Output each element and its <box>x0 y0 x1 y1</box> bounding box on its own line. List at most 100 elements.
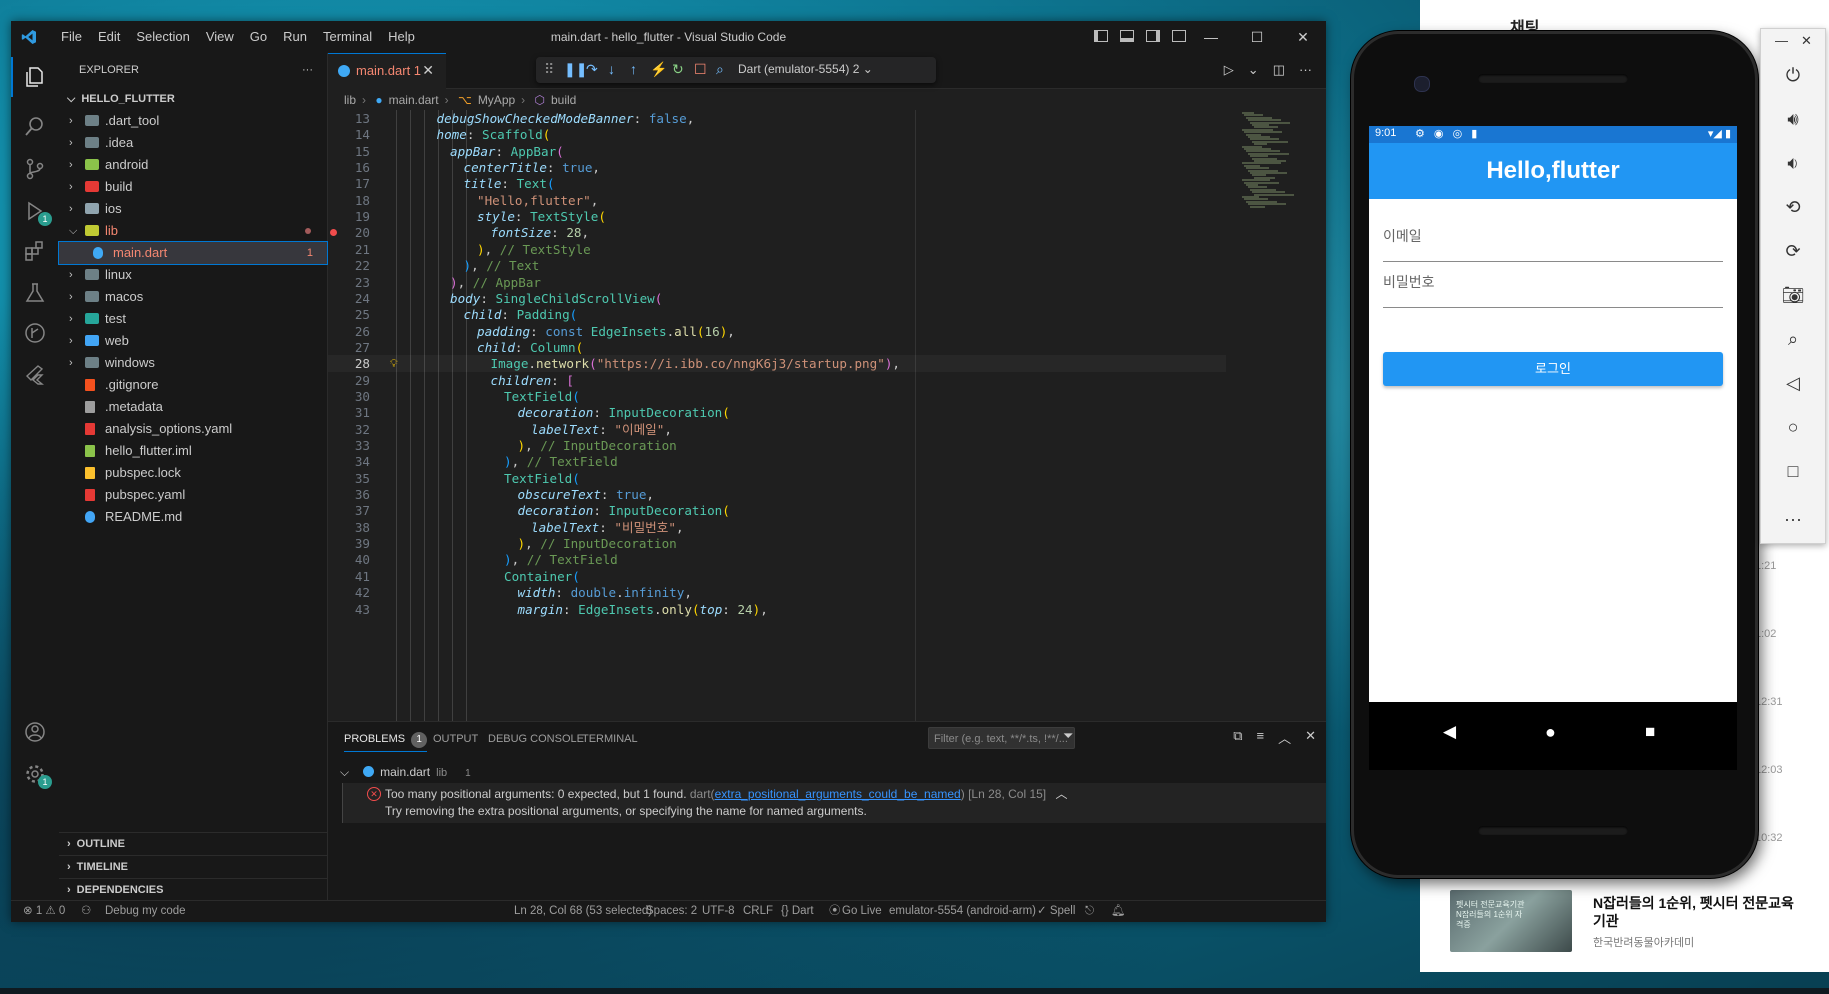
more-options-icon[interactable]: ··· <box>1781 507 1805 531</box>
menu-run[interactable]: Run <box>275 21 315 53</box>
code-line[interactable]: 18 "Hello,flutter", <box>328 192 1226 209</box>
breadcrumb-class[interactable]: MyApp <box>478 93 515 107</box>
rotate-right-icon[interactable]: ⟳ <box>1781 239 1805 263</box>
code-line[interactable]: 21), // TextStyle <box>328 241 1226 258</box>
dependencies-section[interactable]: › DEPENDENCIES <box>59 878 327 901</box>
settings-gear-icon[interactable]: 1 <box>23 762 52 789</box>
filter-icon[interactable]: ⏷ <box>1063 728 1073 744</box>
git-history-icon[interactable] <box>23 321 47 345</box>
code-line[interactable]: 16 centerTitle: true, <box>328 159 1226 176</box>
code-line[interactable]: 26 padding: const EdgeInsets.all(16), <box>328 323 1226 340</box>
stop-icon[interactable]: ☐ <box>694 61 707 78</box>
code-line[interactable]: 42 width: double.infinity, <box>328 584 1226 601</box>
split-editor-icon[interactable]: ◫ <box>1273 62 1285 78</box>
tree-item[interactable]: › android <box>59 154 327 176</box>
toggle-secondary-sidebar-icon[interactable] <box>1146 30 1160 42</box>
code-line[interactable]: 22), // Text <box>328 257 1226 274</box>
breadcrumb-method[interactable]: build <box>551 93 576 107</box>
close-tab-icon[interactable]: ✕ <box>422 62 434 79</box>
hot-reload-icon[interactable]: ⚡ <box>650 61 667 78</box>
code-line[interactable]: 43 margin: EdgeInsets.only(top: 24), <box>328 601 1226 618</box>
source-control-icon[interactable] <box>23 157 47 181</box>
tree-item[interactable]: README.md <box>59 506 327 528</box>
menu-selection[interactable]: Selection <box>128 21 197 53</box>
debug-person-icon[interactable]: ⚇ <box>81 901 91 922</box>
tree-item[interactable]: › .dart_tool <box>59 110 327 132</box>
code-editor[interactable]: 13 debugShowCheckedModeBanner: false, 14 ho… <box>328 110 1326 721</box>
restart-icon[interactable]: ↻ <box>672 61 684 78</box>
code-line[interactable]: 30 TextField( <box>328 388 1226 405</box>
code-line[interactable]: 33), // InputDecoration <box>328 437 1226 454</box>
explorer-icon[interactable] <box>11 57 47 97</box>
status-spaces[interactable]: Spaces: 2 <box>646 901 697 922</box>
step-over-icon[interactable]: ↷ <box>586 61 598 78</box>
tree-item[interactable]: main.dart 1 <box>58 241 328 265</box>
problem-item[interactable]: ✕ Too many positional arguments: 0 expec… <box>342 783 1326 823</box>
tree-item[interactable]: › web <box>59 330 327 352</box>
volume-up-icon[interactable]: 🔊︎ <box>1781 107 1805 131</box>
code-line[interactable]: 14 home: Scaffold( <box>328 126 1226 143</box>
status-spell[interactable]: ✓ Spell <box>1037 901 1075 922</box>
customize-layout-icon[interactable] <box>1172 30 1186 42</box>
tree-item[interactable]: analysis_options.yaml <box>59 418 327 440</box>
code-line[interactable]: 34), // TextField <box>328 453 1226 470</box>
rotate-left-icon[interactable]: ⟲ <box>1781 195 1805 219</box>
back-icon[interactable]: ◁ <box>1781 371 1805 395</box>
collapse-all-icon[interactable]: ⧉ <box>1233 728 1242 747</box>
emulator-close-button[interactable]: ✕ <box>1801 33 1812 49</box>
menu-file[interactable]: File <box>53 21 90 53</box>
nav-recents-icon[interactable]: ■ <box>1645 722 1655 742</box>
code-line[interactable]: 36 obscureText: true, <box>328 486 1226 503</box>
tree-item[interactable]: › .idea <box>59 132 327 154</box>
close-panel-icon[interactable]: ✕ <box>1305 728 1316 747</box>
more-actions-icon[interactable]: ··· <box>302 53 313 88</box>
inspect-widget-icon[interactable]: ⌕ <box>716 61 724 78</box>
advertisement-banner[interactable]: 펫시터 전문교육기관 N잡러들의 1순위 자격증 N잡러들의 1순위, 펫시터 … <box>1450 890 1810 960</box>
code-line[interactable]: 25 child: Padding( <box>328 306 1226 323</box>
code-line[interactable]: 29 children: [ <box>328 372 1226 389</box>
status-device[interactable]: emulator-5554 (android-arm) <box>889 901 1036 922</box>
status-eol[interactable]: CRLF <box>743 901 773 922</box>
tree-item[interactable]: › ios <box>59 198 327 220</box>
problem-file-row[interactable]: ⌵ main.dart lib 1 <box>340 761 471 783</box>
tab-debug-console[interactable]: DEBUG CONSOLE <box>488 722 584 756</box>
nav-home-icon[interactable]: ● <box>1545 722 1556 743</box>
view-as-tree-icon[interactable]: ≡ <box>1256 728 1264 747</box>
toggle-panel-icon[interactable] <box>1120 30 1134 42</box>
tab-terminal[interactable]: TERMINAL <box>582 722 638 756</box>
tree-item[interactable]: pubspec.lock <box>59 462 327 484</box>
search-icon[interactable] <box>23 114 47 138</box>
notifications-bell-icon[interactable]: 🔔︎ <box>1111 901 1126 922</box>
code-line[interactable]: 41 Container( <box>328 568 1226 585</box>
testing-flask-icon[interactable] <box>23 281 47 305</box>
extensions-icon[interactable] <box>23 239 47 263</box>
phone-screen[interactable]: 9:01 ⚙ ◉ ◎ ▮ ▾◢ ▮ Hello,flutter 이메일 비밀번호… <box>1369 126 1737 770</box>
code-line[interactable]: 28 💡︎ Image.network("https://i.ibb.co/nngK… <box>328 355 1226 373</box>
error-code-link[interactable]: extra_positional_arguments_could_be_name… <box>715 787 961 801</box>
code-line[interactable]: 24 body: SingleChildScrollView( <box>328 290 1226 307</box>
tree-item[interactable]: .metadata <box>59 396 327 418</box>
zoom-icon[interactable]: ⌕ <box>1781 327 1805 351</box>
menu-view[interactable]: View <box>198 21 242 53</box>
maximize-button[interactable]: ☐ <box>1234 21 1280 53</box>
menu-help[interactable]: Help <box>380 21 423 53</box>
more-editor-actions-icon[interactable]: ··· <box>1299 62 1312 78</box>
code-line[interactable]: 27 child: Column( <box>328 339 1226 356</box>
tab-problems[interactable]: PROBLEMS 1 <box>344 722 428 752</box>
tree-item[interactable]: › linux <box>59 264 327 286</box>
tree-item[interactable]: › windows <box>59 352 327 374</box>
tab-output[interactable]: OUTPUT <box>433 722 478 756</box>
pause-icon[interactable]: ❚❚ <box>564 61 587 78</box>
overview-icon[interactable]: □ <box>1781 459 1805 483</box>
minimap[interactable] <box>1238 112 1298 212</box>
tree-item[interactable]: › test <box>59 308 327 330</box>
code-line[interactable]: 13 debugShowCheckedModeBanner: false, <box>328 110 1226 127</box>
drag-handle-icon[interactable]: ⠿ <box>544 61 554 78</box>
run-debug-icon[interactable]: 1 <box>23 199 52 226</box>
debug-target-select[interactable]: Dart (emulator-5554) 2 ⌄ <box>738 62 873 76</box>
accounts-icon[interactable] <box>23 720 47 744</box>
tab-main-dart[interactable]: main.dart 1 ✕ <box>328 53 446 89</box>
code-line[interactable]: 20 fontSize: 28, <box>328 224 1226 241</box>
status-problems[interactable]: ⊗ 1 ⚠ 0 <box>23 901 65 922</box>
code-line[interactable]: 23), // AppBar <box>328 274 1226 291</box>
